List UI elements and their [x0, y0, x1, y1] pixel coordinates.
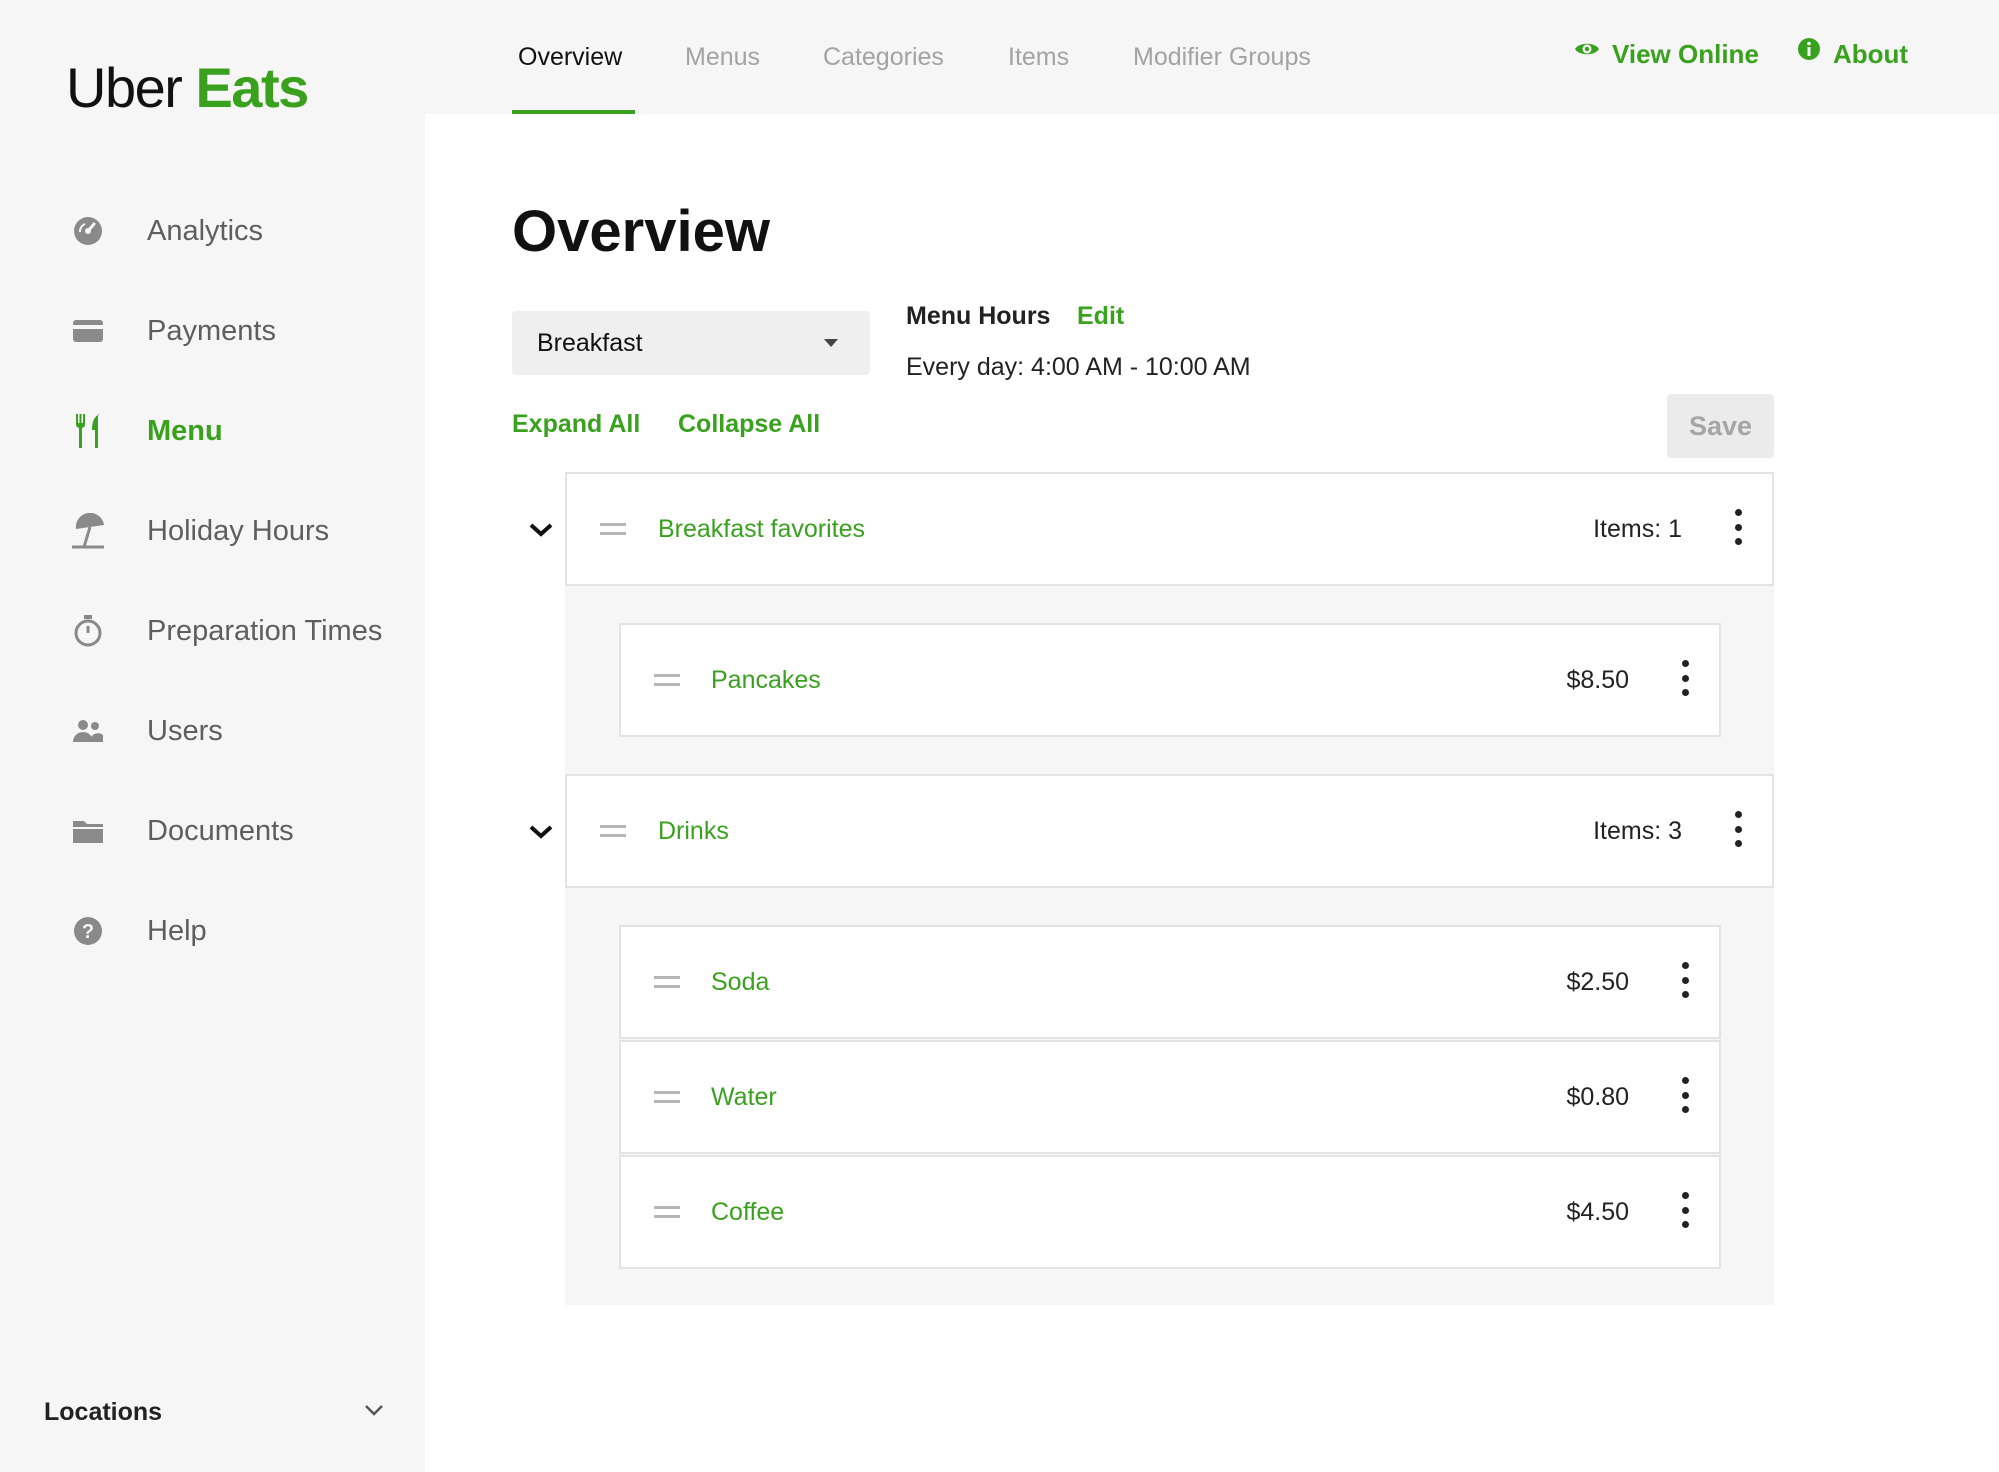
collapse-category-chevron-icon[interactable]: [526, 817, 556, 847]
sidebar-item-holiday-hours[interactable]: Holiday Hours: [66, 503, 406, 559]
sidebar-item-label: Users: [147, 714, 223, 747]
menu-hours-label: Menu Hours: [906, 302, 1051, 330]
info-icon: [1797, 37, 1821, 61]
about-label: About: [1833, 38, 1909, 69]
category-item-count: Items: 1: [1593, 515, 1682, 543]
svg-text:?: ?: [82, 921, 94, 943]
sidebar-item-label: Analytics: [147, 214, 264, 247]
page-title: Overview: [512, 199, 770, 264]
item-more-options-icon[interactable]: [1670, 1073, 1700, 1117]
credit-card-icon: [66, 309, 110, 353]
drag-handle-icon[interactable]: [654, 674, 680, 686]
sidebar-item-label: Holiday Hours: [147, 514, 330, 547]
fork-knife-icon: [66, 409, 110, 453]
tab-categories[interactable]: Categories: [823, 0, 944, 114]
sidebar-item-analytics[interactable]: Analytics: [66, 203, 406, 259]
chevron-down-icon: [364, 1403, 384, 1421]
sidebar-item-help[interactable]: ? Help: [66, 903, 406, 959]
tab-overview[interactable]: Overview: [518, 0, 622, 114]
active-tab-indicator: [512, 110, 635, 114]
item-name[interactable]: Water: [711, 1083, 777, 1112]
item-name[interactable]: Soda: [711, 968, 769, 997]
item-price: $8.50: [1566, 666, 1629, 694]
uber-eats-logo[interactable]: Uber Eats: [66, 60, 309, 116]
sidebar-item-label: Payments: [147, 314, 276, 347]
menu-hours-edit-link[interactable]: Edit: [1077, 302, 1124, 331]
caret-down-icon: [824, 334, 838, 352]
eye-icon: [1574, 40, 1600, 58]
sidebar-item-preparation-times[interactable]: Preparation Times: [66, 603, 406, 659]
item-more-options-icon[interactable]: [1670, 958, 1700, 1002]
drag-handle-icon[interactable]: [654, 1091, 680, 1103]
menu-select[interactable]: Breakfast: [512, 311, 870, 375]
category-more-options-icon[interactable]: [1723, 807, 1753, 851]
sidebar-item-label: Menu: [147, 414, 223, 447]
gauge-icon: [66, 209, 110, 253]
menu-select-value: Breakfast: [537, 328, 643, 357]
view-online-label: View Online: [1612, 38, 1759, 69]
collapse-all-button[interactable]: Collapse All: [678, 410, 820, 439]
sidebar-item-payments[interactable]: Payments: [66, 303, 406, 359]
save-button[interactable]: Save: [1667, 394, 1774, 458]
about-link[interactable]: About: [1797, 0, 1908, 108]
help-icon: ?: [66, 909, 110, 953]
item-more-options-icon[interactable]: [1670, 656, 1700, 700]
view-online-link[interactable]: View Online: [1574, 0, 1759, 108]
category-item-count: Items: 3: [1593, 817, 1682, 845]
sidebar-item-label: Documents: [147, 814, 294, 847]
collapse-category-chevron-icon[interactable]: [526, 515, 556, 545]
sidebar-item-documents[interactable]: Documents: [66, 803, 406, 859]
sidebar-item-menu[interactable]: Menu: [66, 403, 406, 459]
category-name[interactable]: Breakfast favorites: [658, 515, 865, 544]
tab-modifier-groups[interactable]: Modifier Groups: [1133, 0, 1311, 114]
beach-umbrella-icon: [66, 509, 110, 553]
locations-dropdown[interactable]: Locations: [44, 1390, 384, 1434]
users-icon: [66, 709, 110, 753]
expand-all-button[interactable]: Expand All: [512, 410, 640, 439]
item-more-options-icon[interactable]: [1670, 1188, 1700, 1232]
sidebar-item-label: Preparation Times: [147, 614, 383, 647]
sidebar-item-label: Help: [147, 914, 207, 947]
sidebar: Uber Eats Analytics Payments Menu Holida…: [0, 0, 425, 1472]
folder-icon: [66, 809, 110, 853]
category-more-options-icon[interactable]: [1723, 505, 1753, 549]
sidebar-item-users[interactable]: Users: [66, 703, 406, 759]
drag-handle-icon[interactable]: [654, 1206, 680, 1218]
item-price: $4.50: [1566, 1198, 1629, 1226]
item-name[interactable]: Pancakes: [711, 666, 821, 695]
tab-menus[interactable]: Menus: [685, 0, 760, 114]
stopwatch-icon: [66, 609, 110, 653]
item-name[interactable]: Coffee: [711, 1198, 784, 1227]
menu-hours-value: Every day: 4:00 AM - 10:00 AM: [906, 353, 1251, 381]
locations-label: Locations: [44, 1397, 163, 1426]
tab-items[interactable]: Items: [1008, 0, 1069, 114]
item-price: $2.50: [1566, 968, 1629, 996]
category-name[interactable]: Drinks: [658, 817, 729, 846]
item-price: $0.80: [1566, 1083, 1629, 1111]
drag-handle-icon[interactable]: [600, 825, 626, 837]
drag-handle-icon[interactable]: [600, 523, 626, 535]
drag-handle-icon[interactable]: [654, 976, 680, 988]
